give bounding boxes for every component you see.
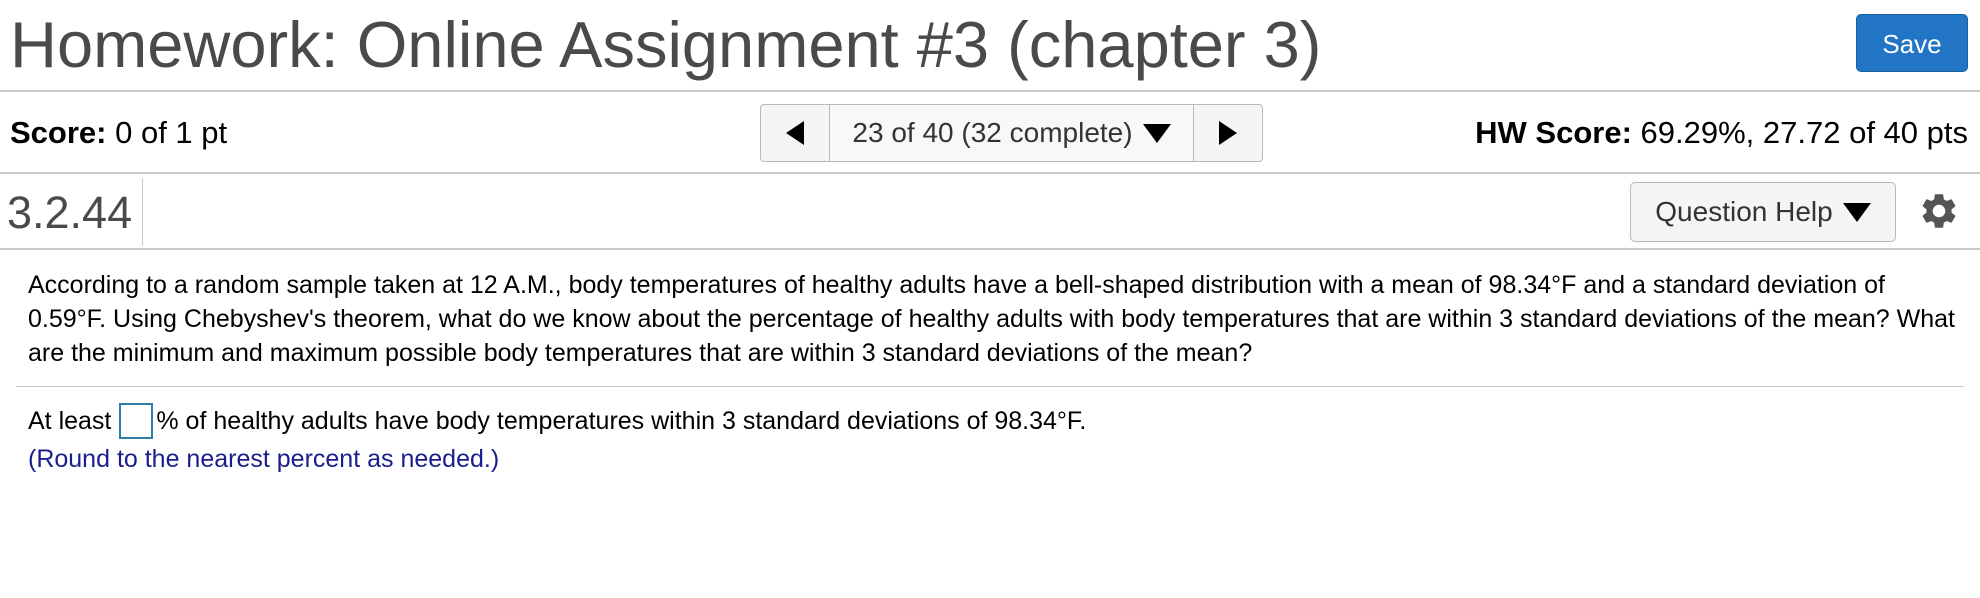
next-question-button[interactable]	[1193, 105, 1262, 161]
page-title: Homework: Online Assignment #3 (chapter …	[10, 8, 1322, 81]
question-navigator: 23 of 40 (32 complete)	[760, 104, 1263, 162]
question-help-label: Question Help	[1655, 196, 1833, 227]
triangle-right-icon	[1219, 121, 1237, 145]
question-text: According to a random sample taken at 12…	[28, 271, 1956, 367]
content-divider	[16, 386, 1964, 387]
question-number-divider	[142, 178, 143, 246]
score-bar: Score: 0 of 1 pt 23 of 40 (32 complete) …	[0, 92, 1980, 174]
answer-line: At least % of healthy adults have body t…	[28, 402, 1086, 440]
question-score: Score: 0 of 1 pt	[10, 114, 227, 152]
question-header: 3.2.44 Question Help	[0, 174, 1980, 250]
rounding-instruction: (Round to the nearest percent as needed.…	[28, 445, 500, 473]
navigator-label: 23 of 40 (32 complete)	[852, 117, 1133, 148]
question-number: 3.2.44	[7, 187, 133, 238]
question-help-button[interactable]: Question Help	[1630, 182, 1896, 242]
gear-icon[interactable]	[1918, 190, 1960, 232]
triangle-left-icon	[786, 121, 804, 145]
answer-prefix: At least	[28, 407, 112, 435]
caret-down-icon	[1842, 202, 1871, 222]
caret-down-icon	[1142, 123, 1171, 143]
question-list-dropdown[interactable]: 23 of 40 (32 complete)	[830, 105, 1193, 161]
hw-score-label: HW Score:	[1475, 115, 1632, 150]
answer-suffix: % of healthy adults have body temperatur…	[156, 407, 1087, 435]
score-label: Score:	[10, 115, 107, 150]
score-value: 0 of 1 pt	[115, 115, 228, 150]
save-button[interactable]: Save	[1856, 14, 1968, 72]
title-bar: Homework: Online Assignment #3 (chapter …	[0, 0, 1980, 92]
percentage-answer-input[interactable]	[119, 403, 154, 439]
previous-question-button[interactable]	[761, 105, 830, 161]
hw-score-value: 69.29%, 27.72 of 40 pts	[1640, 115, 1968, 150]
hw-score: HW Score: 69.29%, 27.72 of 40 pts	[1475, 114, 1968, 152]
